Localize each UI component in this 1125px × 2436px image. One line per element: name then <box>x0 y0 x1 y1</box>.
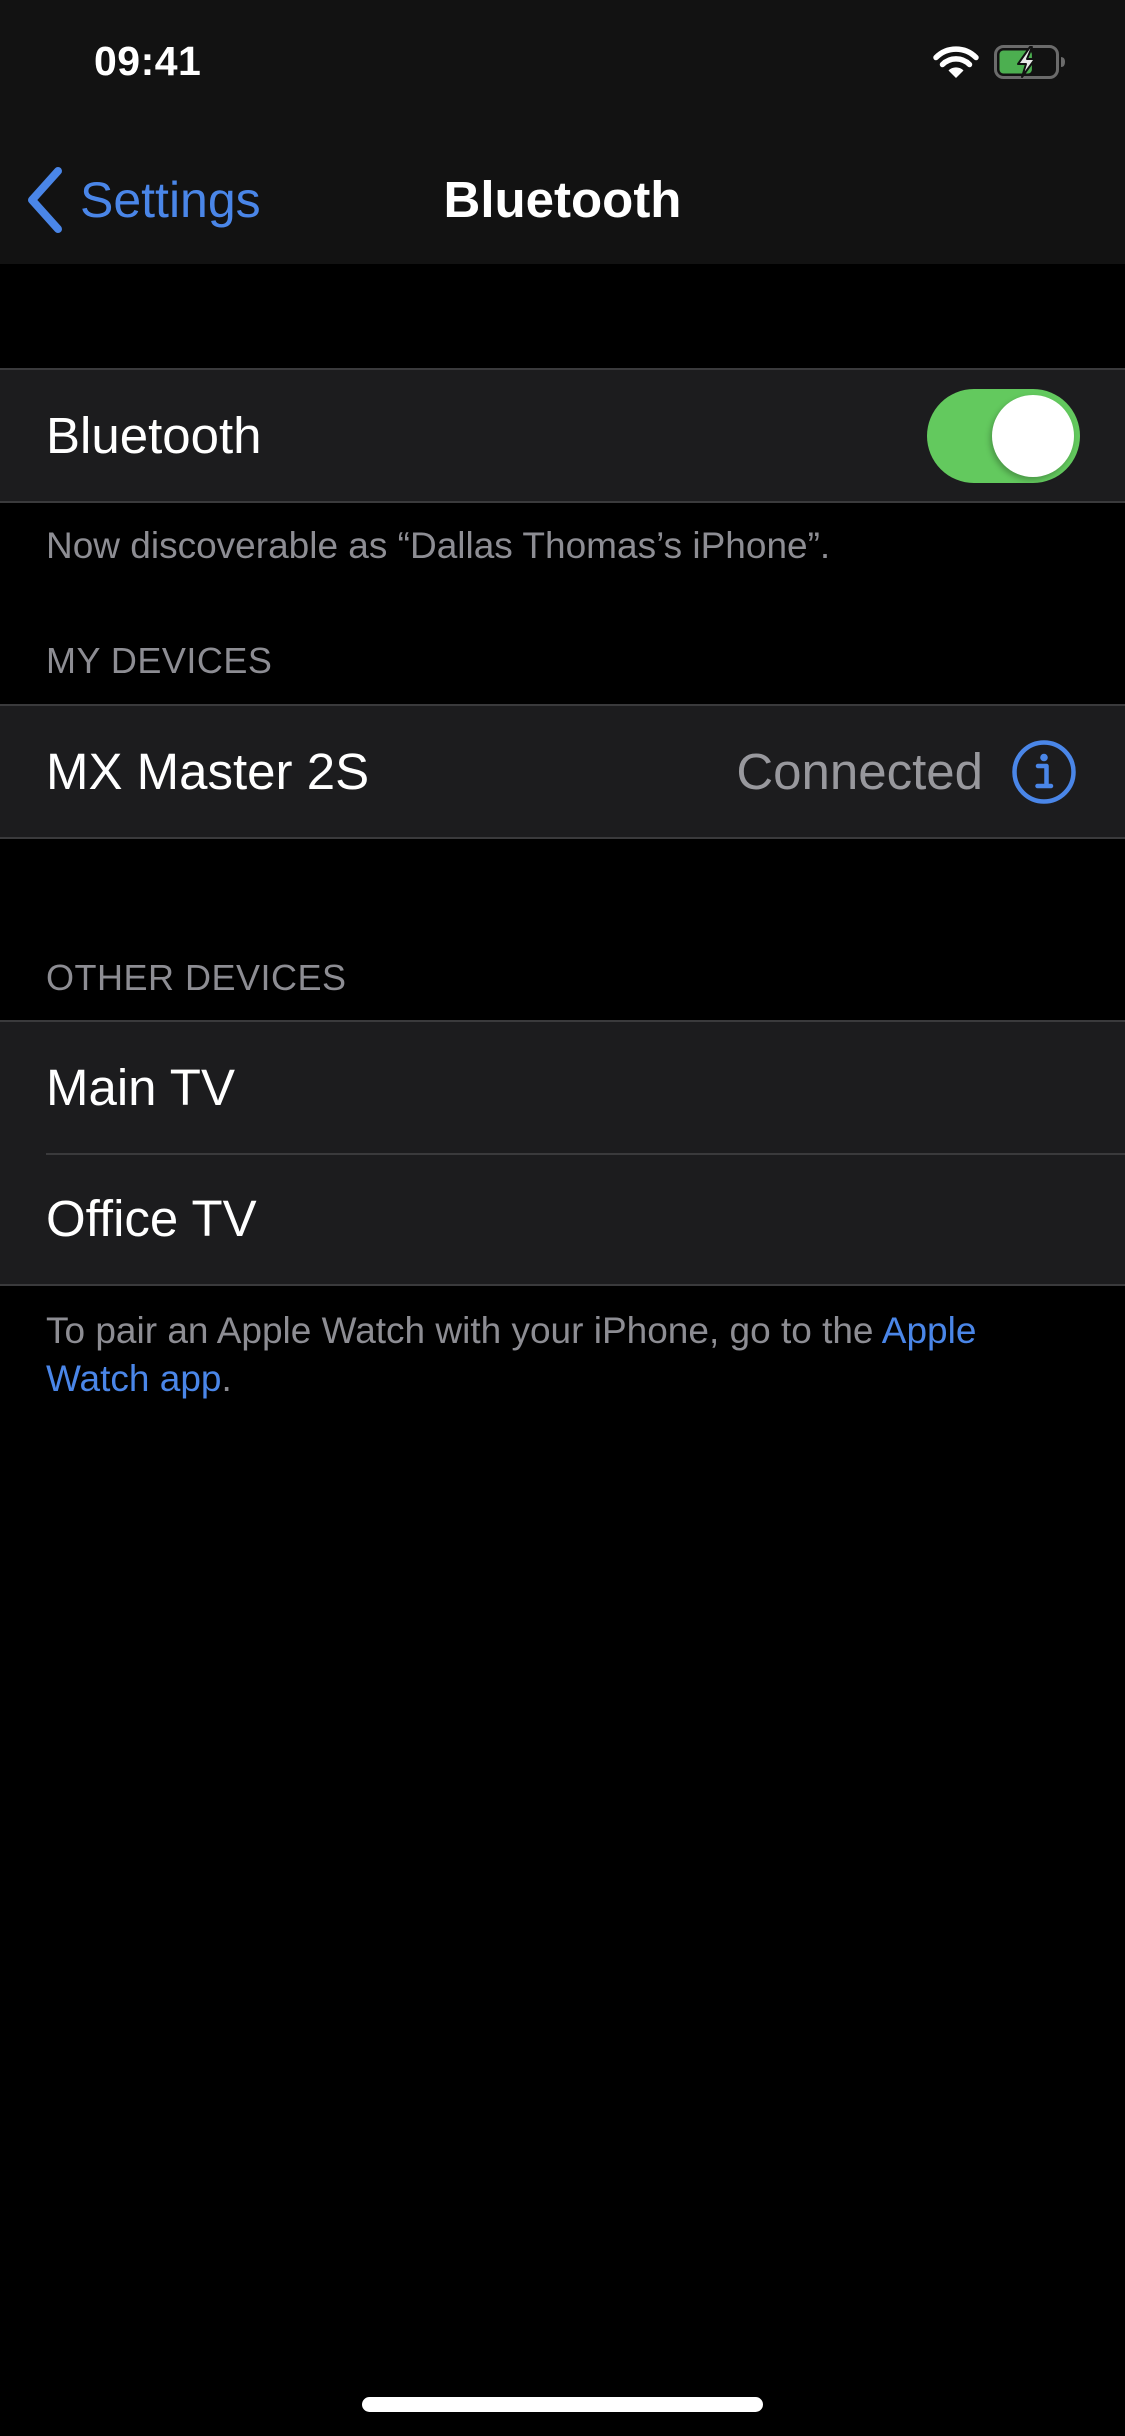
other-devices-header: OTHER DEVICES <box>46 957 347 998</box>
bluetooth-label: Bluetooth <box>46 406 262 464</box>
top-bar: 09:41 Settings Bluetooth <box>0 0 1125 264</box>
bluetooth-row: Bluetooth <box>0 370 1125 501</box>
my-devices-header: MY DEVICES <box>46 640 273 681</box>
device-name: Office TV <box>46 1189 257 1247</box>
device-name: MX Master 2S <box>46 742 370 800</box>
device-row-office-tv[interactable]: Office TV <box>0 1153 1125 1284</box>
apple-watch-footnote: To pair an Apple Watch with your iPhone,… <box>46 1307 1086 1403</box>
bluetooth-group: Bluetooth <box>0 368 1125 503</box>
device-row-main-tv[interactable]: Main TV <box>0 1022 1125 1153</box>
battery-charging-icon <box>994 45 1065 79</box>
device-row-mx-master[interactable]: MX Master 2S Connected <box>0 706 1125 837</box>
connection-status: Connected <box>736 742 983 800</box>
footnote-period: . <box>221 1358 232 1399</box>
footnote-text: To pair an Apple Watch with your iPhone,… <box>46 1310 882 1351</box>
wifi-icon <box>933 46 979 78</box>
bluetooth-toggle[interactable] <box>927 388 1080 483</box>
status-time: 09:41 <box>94 38 202 84</box>
my-devices-group: MX Master 2S Connected <box>0 704 1125 839</box>
page-title: Bluetooth <box>443 171 682 228</box>
device-name: Main TV <box>46 1058 235 1116</box>
other-devices-group: Main TV Office TV <box>0 1020 1125 1286</box>
toggle-knob <box>992 394 1074 477</box>
home-indicator[interactable] <box>362 2397 763 2412</box>
info-circle-icon[interactable] <box>1011 739 1077 805</box>
discoverable-text: Now discoverable as “Dallas Thomas’s iPh… <box>46 525 831 566</box>
